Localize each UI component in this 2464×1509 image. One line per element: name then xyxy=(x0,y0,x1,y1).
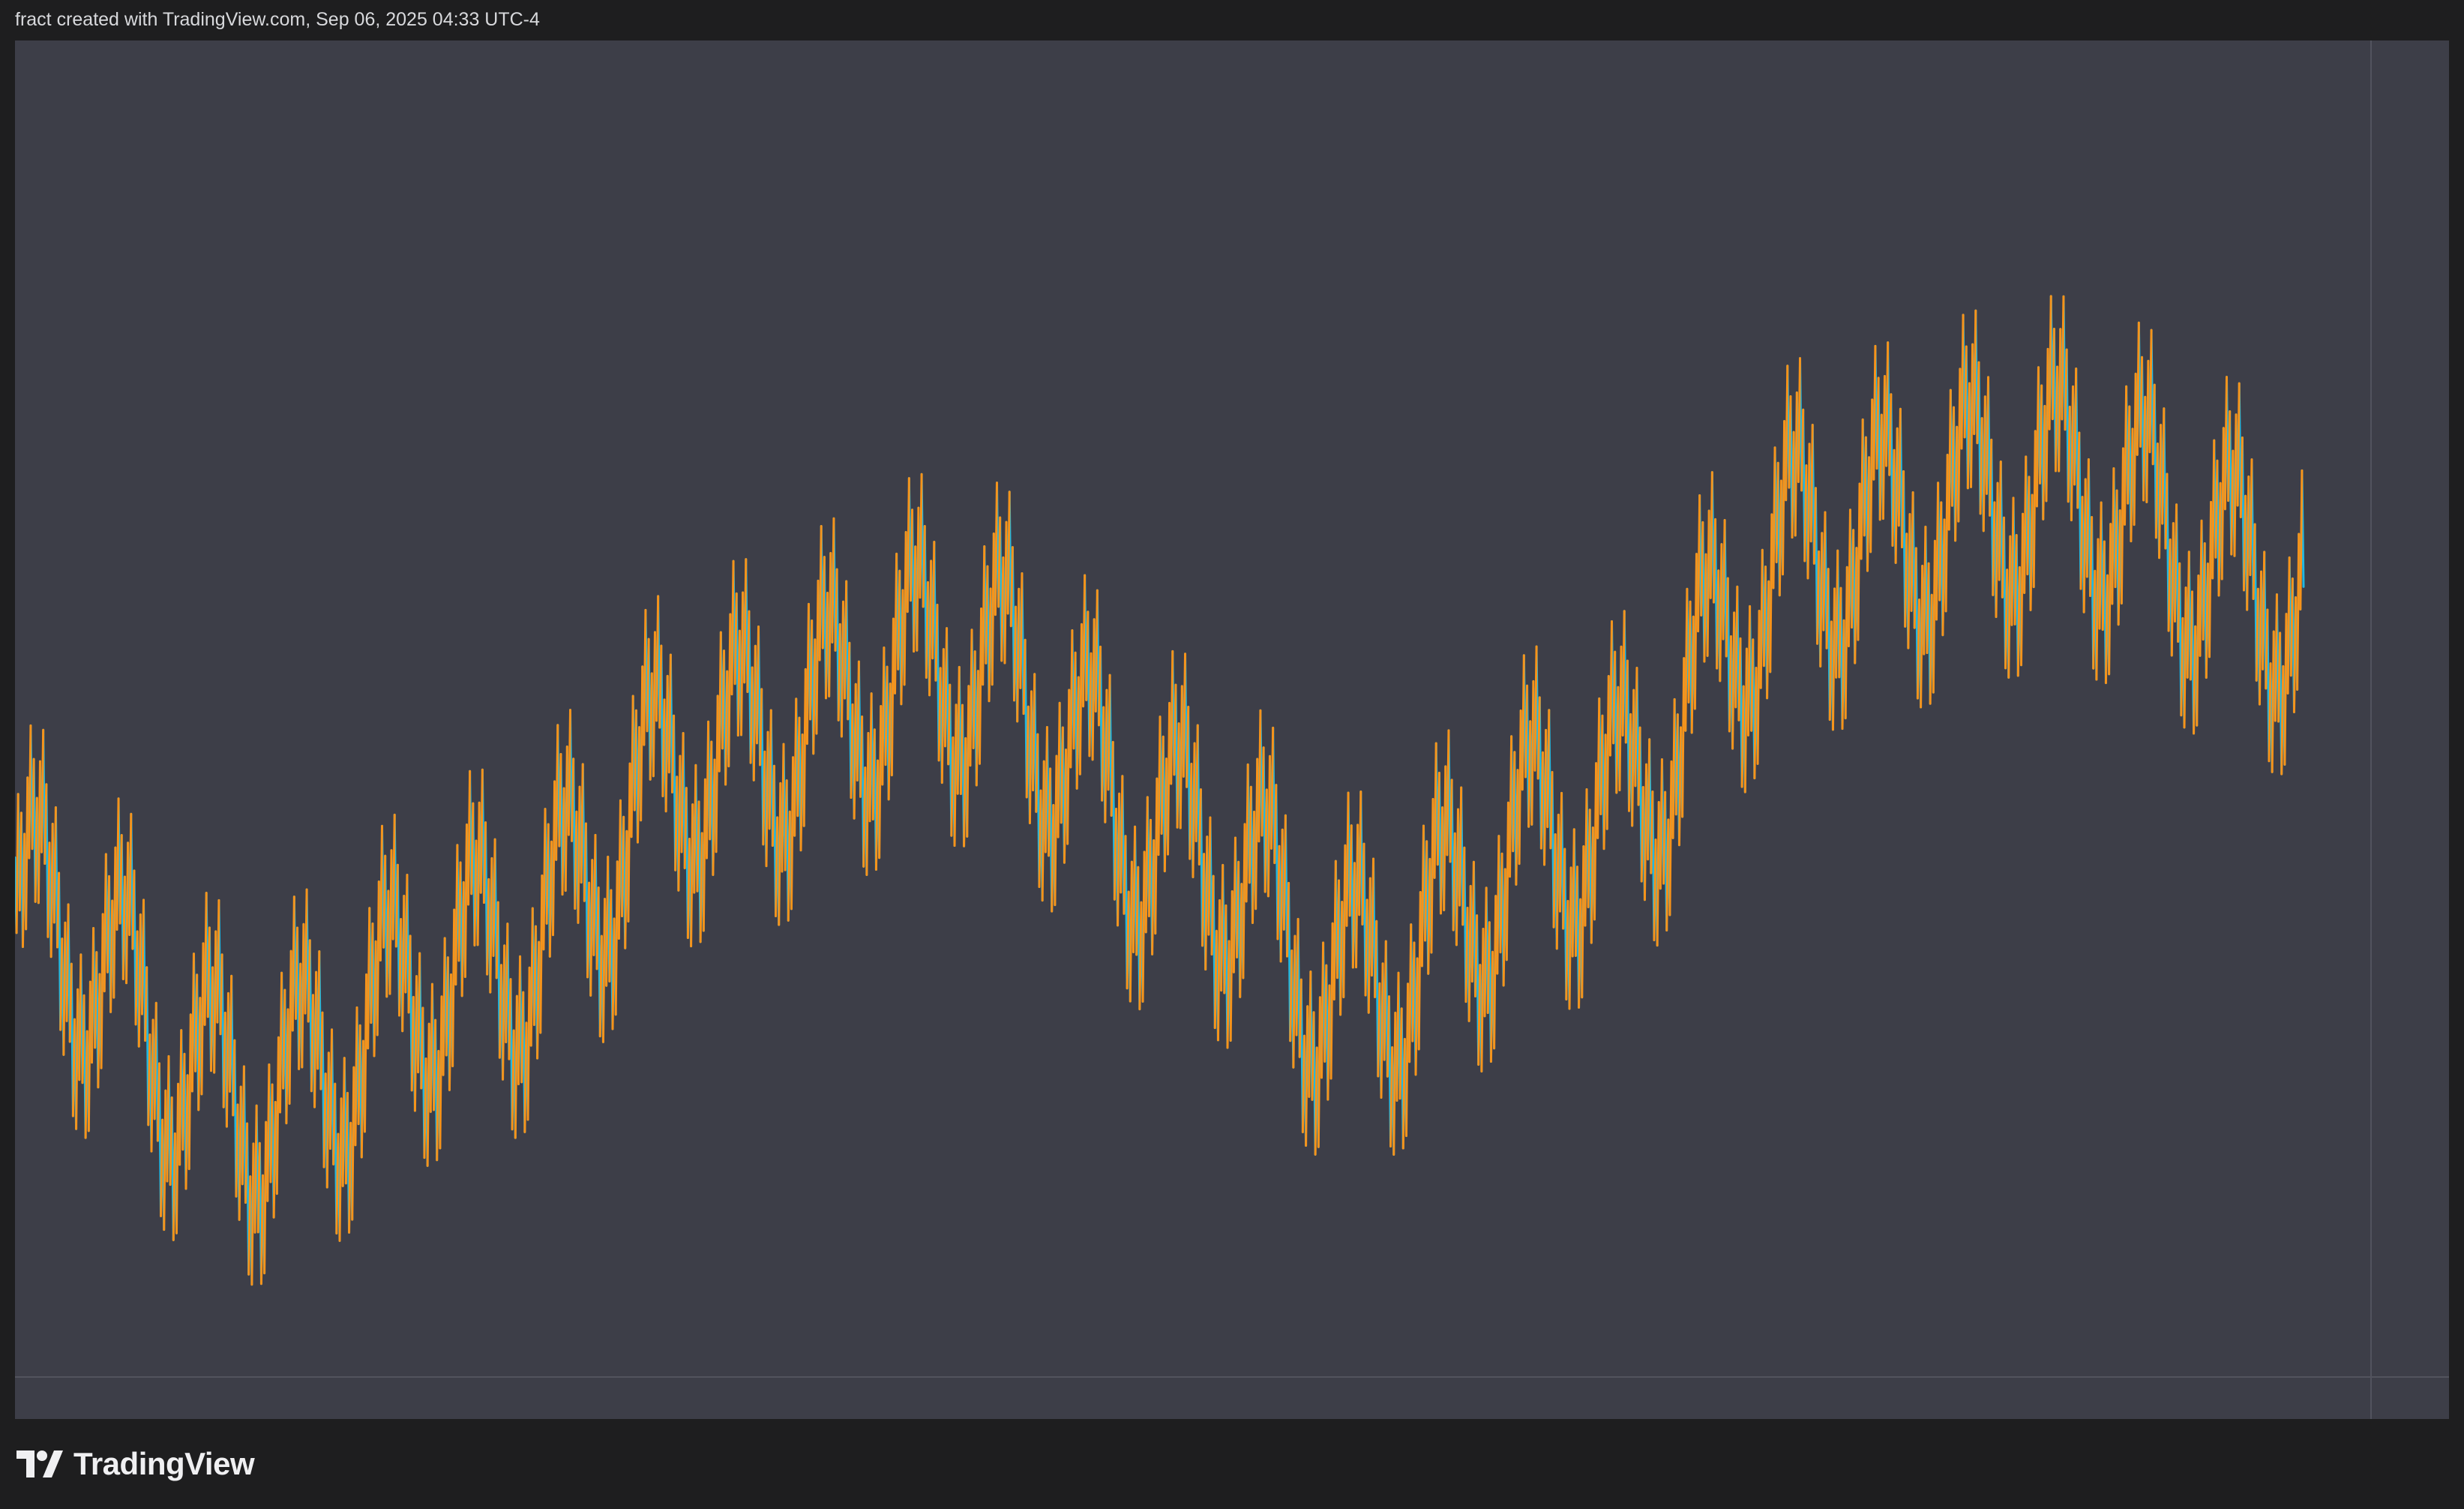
price-scale-divider xyxy=(2370,40,2372,1419)
time-scale-divider xyxy=(15,1376,2449,1378)
series-line-up xyxy=(15,295,2304,1286)
brand-name: TradingView xyxy=(73,1446,255,1481)
brand[interactable]: TradingView xyxy=(16,1443,255,1485)
chart-plot[interactable] xyxy=(15,40,2449,1419)
chart-panel[interactable] xyxy=(15,40,2449,1419)
tradingview-logo-icon xyxy=(16,1450,63,1478)
chart-caption: fract created with TradingView.com, Sep … xyxy=(15,9,540,30)
